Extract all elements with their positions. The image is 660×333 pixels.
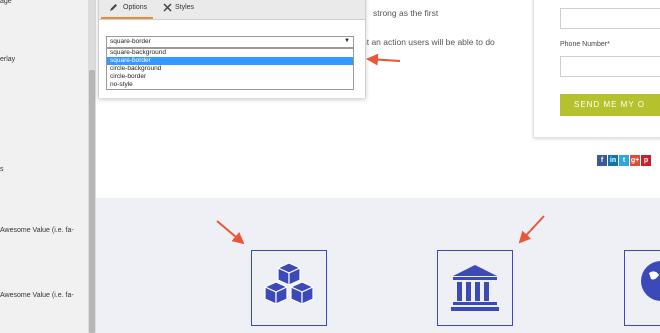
tab-styles-label: Styles: [175, 4, 195, 11]
tab-options[interactable]: Options: [101, 0, 153, 19]
style-option[interactable]: square-background: [107, 49, 353, 57]
style-select[interactable]: square-border ▼: [106, 36, 354, 48]
arrow-annotation: [518, 215, 545, 244]
style-options-list[interactable]: square-background square-border circle-b…: [106, 48, 354, 90]
style-select-value: square-border: [110, 38, 151, 45]
arrow-annotation: [366, 53, 401, 66]
options-body: square-border ▼ square-background square…: [99, 19, 365, 98]
arrow-annotation: [216, 220, 245, 245]
tools-icon: [163, 3, 172, 12]
style-option-selected[interactable]: square-border: [107, 57, 353, 65]
caret-down-icon: ▼: [344, 38, 350, 44]
options-panel: Options Styles square-border ▼ square-ba…: [98, 0, 366, 98]
style-option[interactable]: circle-border: [107, 73, 353, 81]
style-option[interactable]: no-style: [107, 81, 353, 89]
style-option[interactable]: circle-background: [107, 65, 353, 73]
pencil-icon: [110, 4, 117, 11]
tab-options-label: Options: [123, 4, 148, 11]
tab-styles[interactable]: Styles: [155, 0, 205, 19]
